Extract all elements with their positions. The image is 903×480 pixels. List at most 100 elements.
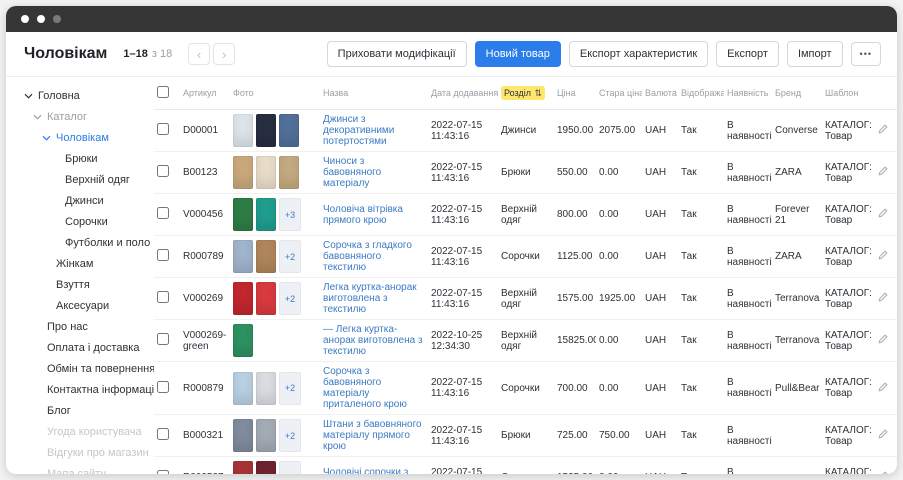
product-thumbnail[interactable] [256, 372, 276, 405]
sidebar-item[interactable]: Обмін та повернення [24, 358, 150, 379]
photo-count-badge[interactable]: +2 [279, 461, 301, 474]
sidebar-item[interactable]: Блог [24, 400, 150, 421]
sidebar-item[interactable]: Головна [24, 85, 150, 106]
sidebar-item[interactable]: Брюки [24, 148, 150, 169]
sidebar-item[interactable]: Сорочки [24, 211, 150, 232]
edit-button[interactable] [877, 249, 889, 264]
product-thumbnail[interactable] [233, 324, 253, 357]
select-all-checkbox[interactable] [157, 86, 169, 98]
product-name-link[interactable]: Чиноси з бавовняного матеріалу [323, 156, 381, 189]
photo-count-badge[interactable]: +3 [279, 198, 301, 231]
product-thumbnail[interactable] [233, 282, 253, 315]
column-header-article[interactable]: Артикул [180, 77, 230, 110]
product-thumbnail[interactable] [256, 114, 276, 147]
prev-page-button[interactable]: ‹ [188, 43, 210, 65]
column-header-availability[interactable]: Наявність [724, 77, 772, 110]
edit-button[interactable] [877, 165, 889, 180]
product-thumbnail[interactable] [256, 240, 276, 273]
window-close-button[interactable] [21, 15, 29, 23]
column-header-date-added[interactable]: Дата додавання [428, 77, 498, 110]
row-checkbox[interactable] [157, 249, 169, 261]
product-thumbnail[interactable] [279, 114, 299, 147]
row-checkbox[interactable] [157, 207, 169, 219]
product-name-link[interactable]: Сорочка з бавовняного матеріалу притален… [323, 366, 407, 410]
product-thumbnail[interactable] [233, 156, 253, 189]
sidebar-item[interactable]: Відгуки про магазин [24, 442, 150, 463]
row-checkbox[interactable] [157, 381, 169, 393]
sidebar-item[interactable]: Джинси [24, 190, 150, 211]
photo-count-badge[interactable]: +2 [279, 282, 301, 315]
sidebar-item[interactable]: Футболки и поло [24, 232, 150, 253]
cell-section: Брюки [498, 152, 554, 194]
edit-button[interactable] [877, 470, 889, 474]
column-header-display[interactable]: Відображати [678, 77, 724, 110]
column-header-photo[interactable]: Фото [230, 77, 320, 110]
edit-button[interactable] [877, 333, 889, 348]
import-button[interactable]: Імпорт [787, 41, 843, 67]
next-page-button[interactable]: › [213, 43, 235, 65]
product-thumbnail[interactable] [233, 419, 253, 452]
column-header-name[interactable]: Назва [320, 77, 428, 110]
product-thumbnail[interactable] [233, 372, 253, 405]
app-window: Чоловікам 1–18 з 18 ‹ › Приховати модифі… [6, 6, 897, 474]
product-thumbnail[interactable] [256, 156, 276, 189]
export-characteristics-button[interactable]: Експорт характеристик [569, 41, 708, 67]
row-checkbox[interactable] [157, 428, 169, 440]
new-product-button[interactable]: Новий товар [475, 41, 561, 67]
edit-button[interactable] [877, 381, 889, 396]
column-header-template[interactable]: Шаблон [822, 77, 876, 110]
photo-count-badge[interactable]: +2 [279, 240, 301, 273]
sidebar-item[interactable]: Верхній одяг [24, 169, 150, 190]
product-name-link[interactable]: Чоловічі сорочки з легкого текстилю [323, 467, 408, 475]
column-header-old-price[interactable]: Стара ціна [596, 77, 642, 110]
photo-count-badge[interactable]: +2 [279, 372, 301, 405]
product-thumbnail[interactable] [256, 198, 276, 231]
product-name-link[interactable]: Штани з бавовняного матеріалу прямого кр… [323, 419, 422, 452]
hide-modifications-button[interactable]: Приховати модифікації [327, 41, 467, 67]
sidebar-item[interactable]: Оплата і доставка [24, 337, 150, 358]
sidebar-item[interactable]: Контактна інформація [24, 379, 150, 400]
edit-button[interactable] [877, 428, 889, 443]
sidebar-item[interactable]: Про нас [24, 316, 150, 337]
product-thumbnail[interactable] [233, 461, 253, 474]
highlighted-column-chip: Розділ ⇅ [501, 86, 545, 100]
product-name-link[interactable]: Сорочка з гладкого бавовняного текстилю [323, 240, 412, 273]
product-thumbnail[interactable] [233, 240, 253, 273]
product-thumbnail[interactable] [256, 461, 276, 474]
row-checkbox[interactable] [157, 291, 169, 303]
more-actions-button[interactable]: ••• [851, 42, 881, 66]
product-thumbnail[interactable] [256, 419, 276, 452]
product-thumbnail[interactable] [233, 114, 253, 147]
product-thumbnail[interactable] [256, 282, 276, 315]
sidebar-item[interactable]: Чоловікам [24, 127, 150, 148]
sidebar-item[interactable]: Жінкам [24, 253, 150, 274]
sidebar-item[interactable]: Аксесуари [24, 295, 150, 316]
export-button[interactable]: Експорт [716, 41, 779, 67]
row-checkbox[interactable] [157, 333, 169, 345]
column-header-brand[interactable]: Бренд [772, 77, 822, 110]
sidebar-item[interactable]: Каталог [24, 106, 150, 127]
sort-icon[interactable]: ⇅ [534, 88, 542, 98]
product-name-link[interactable]: Джинси з декоративними потертостями [323, 114, 394, 147]
row-checkbox[interactable] [157, 123, 169, 135]
product-name-link[interactable]: Легка куртка-анорак виготовлена з тексти… [323, 282, 417, 315]
edit-button[interactable] [877, 207, 889, 222]
column-header-section[interactable]: Розділ ⇅ [498, 77, 554, 110]
window-zoom-button[interactable] [53, 15, 61, 23]
table-row: R000789+2Сорочка з гладкого бавовняного … [154, 236, 897, 278]
edit-button[interactable] [877, 123, 889, 138]
product-thumbnail[interactable] [233, 198, 253, 231]
window-minimize-button[interactable] [37, 15, 45, 23]
column-header-currency[interactable]: Валюта [642, 77, 678, 110]
product-name-link[interactable]: Чоловіча вітрівка прямого крою [323, 204, 403, 226]
column-header-price[interactable]: Ціна [554, 77, 596, 110]
product-thumbnail[interactable] [279, 156, 299, 189]
photo-count-badge[interactable]: +2 [279, 419, 301, 452]
edit-button[interactable] [877, 291, 889, 306]
sidebar-item[interactable]: Мапа сайту [24, 463, 150, 474]
product-name-link[interactable]: — Легка куртка-анорак виготовлена з текс… [323, 324, 423, 357]
row-checkbox[interactable] [157, 470, 169, 474]
sidebar-item[interactable]: Угода користувача [24, 421, 150, 442]
sidebar-item[interactable]: Взуття [24, 274, 150, 295]
row-checkbox[interactable] [157, 165, 169, 177]
